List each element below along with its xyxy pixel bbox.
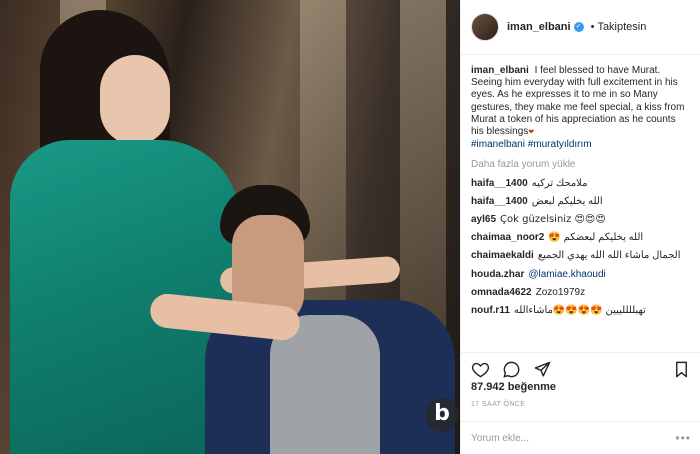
post-photo[interactable]: b: [0, 0, 460, 454]
heart-outline-icon[interactable]: [471, 360, 490, 379]
comment-text: الجمال ماشاء الله الله يهدي الجميع: [537, 250, 681, 262]
comment-username[interactable]: omnada4622: [471, 287, 532, 298]
comment-text: الله يخليكم لبعضكم 😍: [548, 232, 644, 244]
avatar[interactable]: [471, 13, 499, 41]
comment-item: houda.zhar @lamiae.khaoudi: [471, 269, 690, 281]
comment-item: haifa__1400 الله يخليكم لبعض: [471, 196, 690, 208]
mention-link[interactable]: @lamiae.khaoudi: [528, 269, 605, 280]
comment-username[interactable]: houda.zhar: [471, 269, 524, 280]
separator-dot: •: [590, 21, 595, 33]
heart-emoji: ❤: [528, 129, 535, 137]
load-more-comments[interactable]: Daha fazla yorum yükle: [471, 159, 690, 171]
add-comment-bar: •••: [461, 421, 700, 454]
comment-item: haifa__1400 ملامحك تركيه: [471, 178, 690, 190]
comments-list[interactable]: iman_elbani I feel blessed to have Murat…: [461, 55, 700, 347]
post-caption: iman_elbani I feel blessed to have Murat…: [471, 65, 690, 151]
comment-username[interactable]: haifa__1400: [471, 178, 528, 189]
comment-username[interactable]: chaimaekaldi: [471, 250, 534, 261]
comment-text: الله يخليكم لبعض: [531, 195, 603, 207]
comment-username[interactable]: chaimaa_noor2: [471, 232, 544, 243]
comment-text: Çok güzelsiniz 😍😍😍: [500, 214, 606, 226]
watermark-logo: b: [425, 398, 459, 432]
comment-item: omnada4622 Zozo1979z: [471, 287, 690, 299]
comment-item: ayl65 Çok güzelsiniz 😍😍😍: [471, 214, 690, 226]
comment-text: ملامحك تركيه: [531, 177, 588, 189]
hashtag[interactable]: #muratyıldırım: [528, 139, 592, 150]
post-header: iman_elbani ✓ • Takiptesin: [461, 0, 700, 55]
header-username[interactable]: iman_elbani: [507, 21, 571, 33]
verified-icon: ✓: [573, 22, 584, 32]
comment-item: nouf.r11 تهبللللييين 😍😍😍😍ماشاءالله: [471, 305, 690, 317]
comment-username[interactable]: ayl65: [471, 214, 496, 225]
action-bar: [461, 352, 700, 380]
comment-text: Zozo1979z: [535, 286, 586, 298]
comment-username[interactable]: haifa__1400: [471, 196, 528, 207]
post-time[interactable]: 17 SAAT ÖNCE: [471, 401, 525, 408]
comment-item: chaimaekaldi الجمال ماشاء الله الله يهدي …: [471, 250, 690, 262]
post-side-panel: iman_elbani ✓ • Takiptesin iman_elbani I…: [460, 0, 700, 454]
share-icon[interactable]: [533, 360, 552, 379]
bookmark-icon[interactable]: [672, 360, 691, 379]
comment-item: chaimaa_noor2 الله يخليكم لبعضكم 😍: [471, 232, 690, 244]
comment-username[interactable]: nouf.r11: [471, 305, 510, 316]
likes-count[interactable]: 87.942 beğenme: [471, 381, 556, 393]
comment-input[interactable]: [471, 432, 676, 444]
comment-text: تهبللللييين 😍😍😍😍ماشاءالله: [513, 305, 646, 317]
hashtag[interactable]: #imanelbani: [471, 139, 525, 150]
woman-face: [100, 55, 170, 145]
comment-icon[interactable]: [502, 360, 521, 379]
caption-username[interactable]: iman_elbani: [471, 65, 529, 76]
more-options-icon[interactable]: •••: [675, 431, 691, 445]
follow-status[interactable]: Takiptesin: [597, 21, 646, 33]
